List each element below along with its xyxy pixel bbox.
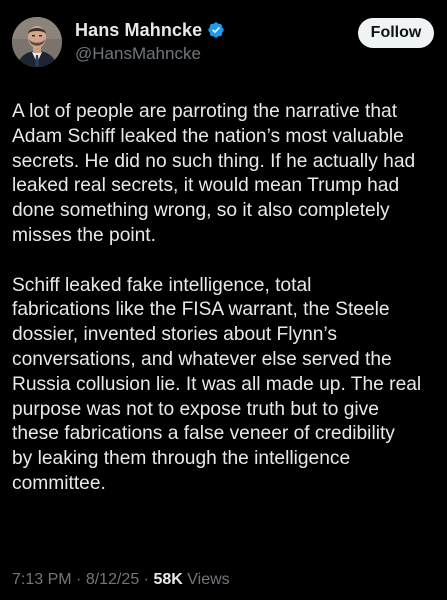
avatar[interactable] [12,17,62,67]
views-label: Views [187,571,230,588]
avatar-portrait-icon [12,17,62,67]
author-display-name[interactable]: Hans Mahncke [75,20,202,41]
author-handle[interactable]: @HansMahncke [75,44,225,64]
meta-separator: · [76,571,82,588]
views-count: 58K [153,571,183,588]
post-paragraph: A lot of people are parroting the narrat… [12,101,416,246]
post-date[interactable]: 8/12/25 [86,571,139,588]
post-header: Hans Mahncke @HansMahncke Follow [0,0,447,80]
post-time[interactable]: 7:13 PM [12,571,72,588]
name-row: Hans Mahncke [75,18,225,42]
meta-separator: · [143,571,149,588]
author-info: Hans Mahncke @HansMahncke [75,18,225,64]
post-paragraph: Schiff leaked fake intelligence, total f… [12,274,422,494]
follow-button[interactable]: Follow [358,18,434,48]
verified-badge-icon [207,21,225,39]
post-meta: 7:13 PM · 8/12/25 · 58K Views [12,571,230,589]
post-text: A lot of people are parroting the narrat… [12,100,437,497]
